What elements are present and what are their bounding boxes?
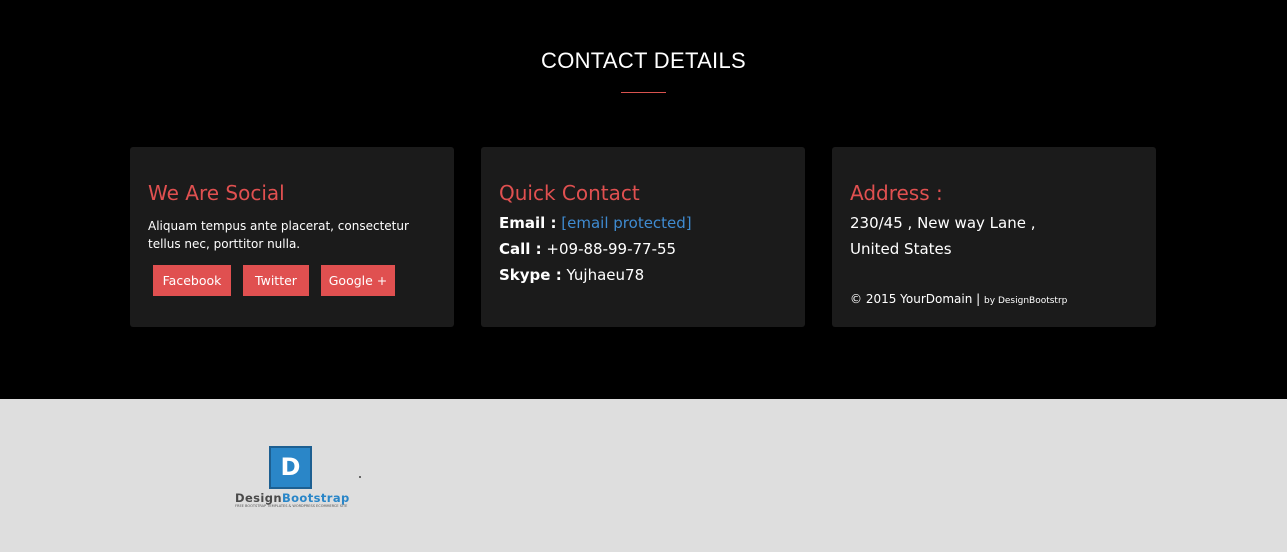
- decorative-dot: [359, 476, 361, 478]
- social-card: We Are Social Aliquam tempus ante placer…: [130, 147, 454, 327]
- facebook-button[interactable]: Facebook: [153, 265, 231, 296]
- google-plus-button[interactable]: Google +: [321, 265, 395, 296]
- skype-line: Skype : Yujhaeu78: [499, 266, 644, 284]
- quick-contact-card: Quick Contact Email : [email protected] …: [481, 147, 805, 327]
- email-label: Email :: [499, 214, 557, 232]
- address-line-1: 230/45 , New way Lane ,: [850, 214, 1036, 232]
- footer-band: D DesignBootstrap FREE BOOTSTRAP TEMPLAT…: [0, 399, 1287, 552]
- section-title: CONTACT DETAILS: [541, 48, 746, 73]
- designer-credit: by DesignBootstrp: [984, 296, 1068, 306]
- call-label: Call :: [499, 240, 542, 258]
- address-card: Address : 230/45 , New way Lane , United…: [832, 147, 1156, 327]
- logo-icon: D: [269, 446, 312, 489]
- design-bootstrap-logo[interactable]: D DesignBootstrap FREE BOOTSTRAP TEMPLAT…: [235, 446, 350, 511]
- email-link[interactable]: [email protected]: [561, 214, 691, 232]
- title-divider: [621, 92, 666, 93]
- address-line-2: United States: [850, 240, 952, 258]
- call-value: +09-88-99-77-55: [546, 240, 677, 258]
- address-heading: Address :: [850, 181, 943, 205]
- logo-tagline: FREE BOOTSTRAP TEMPLATES & WORDPRESS ECO…: [235, 504, 348, 508]
- social-heading: We Are Social: [148, 181, 285, 205]
- skype-value: Yujhaeu78: [566, 266, 645, 284]
- copyright: © 2015 YourDomain | by DesignBootstrp: [850, 292, 1067, 306]
- skype-label: Skype :: [499, 266, 562, 284]
- email-line: Email : [email protected]: [499, 214, 692, 232]
- social-description: Aliquam tempus ante placerat, consectetu…: [148, 219, 409, 251]
- copyright-text: © 2015 YourDomain |: [850, 292, 981, 306]
- call-line: Call : +09-88-99-77-55: [499, 240, 676, 258]
- twitter-button[interactable]: Twitter: [243, 265, 309, 296]
- quick-contact-heading: Quick Contact: [499, 181, 640, 205]
- logo-wordmark: DesignBootstrap: [235, 491, 350, 505]
- contact-section: CONTACT DETAILS We Are Social Aliquam te…: [0, 0, 1287, 399]
